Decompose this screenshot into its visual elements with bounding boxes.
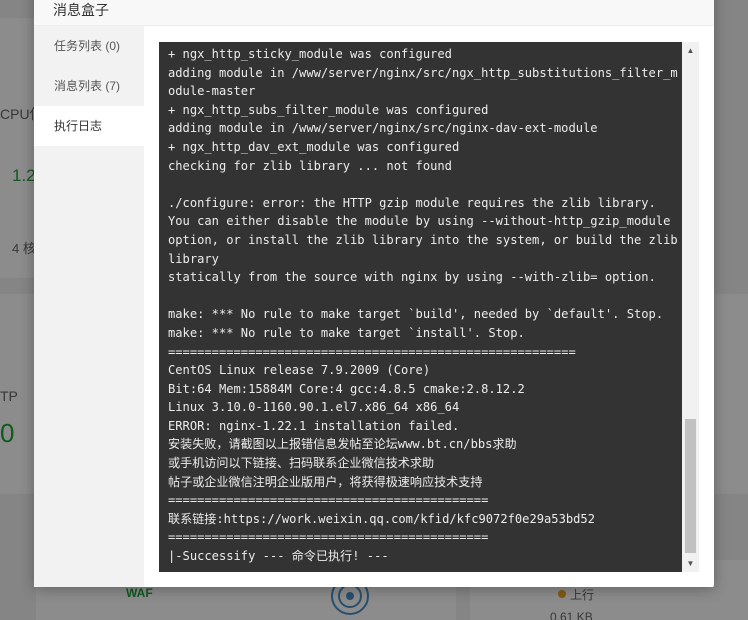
sidebar-item-execution-log[interactable]: 执行日志: [34, 106, 144, 146]
log-line: 帖子或企业微信注明企业版用户，将获得极速响应技术支持: [168, 474, 483, 489]
log-line: statically from the source with nginx by…: [168, 270, 656, 285]
log-line: + ngx_http_dav_ext_module was configured: [168, 139, 460, 154]
modal-header: 消息盒子: [34, 0, 714, 26]
log-line: Bit:64 Mem:15884M Core:4 gcc:4.8.5 cmake…: [168, 381, 525, 396]
log-line: Linux 3.10.0-1160.90.1.el7.x86_64 x86_64: [168, 400, 460, 415]
log-line: 联系链接:https://work.weixin.qq.com/kfid/kfc…: [168, 511, 595, 526]
modal-sidebar: 任务列表 (0) 消息列表 (7) 执行日志: [34, 26, 144, 587]
sidebar-item-task-list[interactable]: 任务列表 (0): [34, 26, 144, 66]
log-line: 或手机访问以下链接、扫码联系企业微信技术求助: [168, 456, 435, 471]
log-line: ========================================…: [168, 493, 489, 508]
log-line: ========================================…: [168, 344, 576, 359]
log-line: adding module in /www/server/nginx/src/n…: [168, 121, 598, 136]
log-line: You can either disable the module by usi…: [168, 214, 671, 229]
log-line: |-Successify --- 命令已执行! ---: [168, 549, 389, 564]
log-line: library: [168, 251, 219, 266]
log-line: odule-master: [168, 84, 256, 99]
log-line: CentOS Linux release 7.9.2009 (Core): [168, 363, 431, 378]
log-line: adding module in /www/server/nginx/src/n…: [168, 65, 678, 80]
execution-log-console[interactable]: + ngx_http_sticky_module was configured a…: [159, 42, 699, 572]
log-line: option, or install the zlib library into…: [168, 232, 678, 247]
log-scrollbar[interactable]: ▲ ▼: [682, 42, 699, 572]
message-box-modal: 消息盒子 任务列表 (0) 消息列表 (7) 执行日志 + ngx_http_s…: [34, 0, 714, 587]
log-line: make: *** No rule to make target `instal…: [168, 325, 525, 340]
scrollbar-thumb[interactable]: [685, 419, 696, 553]
log-line: ./configure: error: the HTTP gzip module…: [168, 195, 656, 210]
sidebar-item-message-list[interactable]: 消息列表 (7): [34, 66, 144, 106]
log-line: ERROR: nginx-1.22.1 installation failed.: [168, 418, 460, 433]
scroll-down-arrow-icon[interactable]: ▼: [682, 555, 699, 572]
log-line: 安装失败，请截图以上报错信息发帖至论坛www.bt.cn/bbs求助: [168, 437, 517, 452]
log-line: checking for zlib library ... not found: [168, 158, 452, 173]
modal-title: 消息盒子: [53, 2, 109, 18]
log-line: + ngx_http_subs_filter_module was config…: [168, 102, 489, 117]
log-line: ========================================…: [168, 530, 489, 545]
log-text: + ngx_http_sticky_module was configured a…: [168, 45, 678, 566]
scroll-up-arrow-icon[interactable]: ▲: [682, 42, 699, 59]
log-line: + ngx_http_sticky_module was configured: [168, 47, 452, 61]
log-line: make: *** No rule to make target `build'…: [168, 307, 664, 322]
